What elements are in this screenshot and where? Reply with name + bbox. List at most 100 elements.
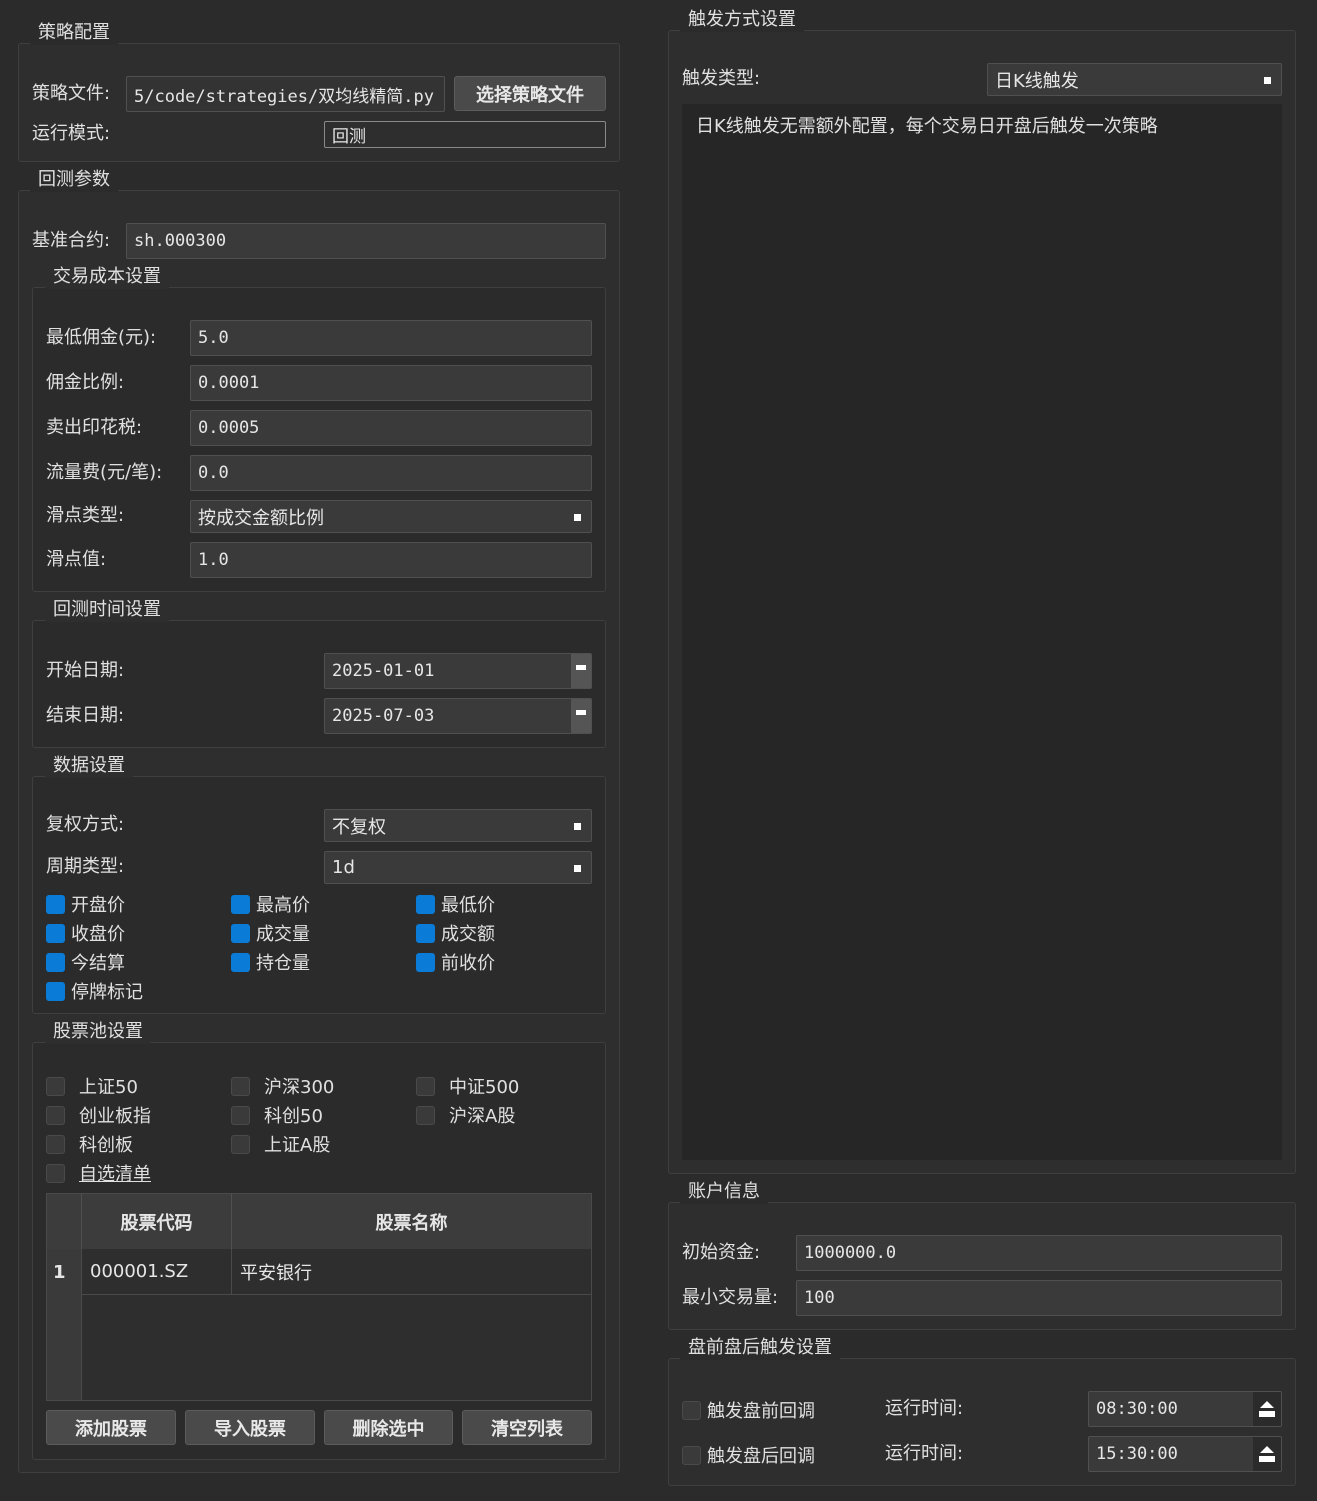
- min-commission-input[interactable]: 5.0: [190, 320, 592, 356]
- pre-time-input[interactable]: 08:30:00: [1088, 1391, 1282, 1427]
- start-date-input[interactable]: 2025-01-01: [324, 653, 592, 689]
- checkbox-unchecked-icon: [416, 1076, 435, 1096]
- checkbox-unchecked-icon: [682, 1445, 701, 1465]
- checkbox-checked-icon: [46, 981, 65, 1001]
- adjust-label: 复权方式:: [46, 814, 125, 835]
- field-checkbox-volume[interactable]: 成交量: [231, 920, 310, 946]
- field-checkbox-open-interest[interactable]: 持仓量: [231, 949, 310, 975]
- pool-checkbox-kcb[interactable]: 科创板: [46, 1131, 133, 1157]
- checkbox-checked-icon: [231, 952, 250, 972]
- benchmark-label: 基准合约:: [32, 230, 111, 251]
- dropdown-arrow-icon: [574, 864, 581, 872]
- column-header-name[interactable]: 股票名称: [232, 1194, 591, 1249]
- time-spinner-icon[interactable]: [1253, 1392, 1281, 1426]
- checkbox-checked-icon: [231, 894, 250, 914]
- post-time-input[interactable]: 15:30:00: [1088, 1436, 1282, 1472]
- period-label: 周期类型:: [46, 856, 125, 877]
- field-checkbox-amount[interactable]: 成交额: [416, 920, 495, 946]
- end-date-input[interactable]: 2025-07-03: [324, 698, 592, 734]
- trigger-description-text: 日K线触发无需额外配置，每个交易日开盘后触发一次策略: [696, 116, 1158, 137]
- table-corner: [47, 1194, 82, 1249]
- field-checkbox-high[interactable]: 最高价: [231, 891, 310, 917]
- pool-checkbox-kc50[interactable]: 科创50: [231, 1102, 323, 1128]
- checkbox-unchecked-icon: [46, 1134, 65, 1154]
- post-time-value: 15:30:00: [1096, 1444, 1178, 1464]
- benchmark-input[interactable]: sh.000300: [126, 223, 606, 259]
- period-value: 1d: [332, 857, 355, 878]
- flow-fee-input[interactable]: 0.0: [190, 455, 592, 491]
- dropdown-arrow-icon: [574, 513, 581, 521]
- table-cell-code[interactable]: 000001.SZ: [82, 1249, 232, 1295]
- min-volume-input[interactable]: 100: [796, 1280, 1282, 1316]
- trigger-description-panel: 日K线触发无需额外配置，每个交易日开盘后触发一次策略: [682, 104, 1282, 1160]
- clear-list-button[interactable]: 清空列表: [462, 1410, 592, 1445]
- run-mode-label: 运行模式:: [32, 123, 111, 144]
- trigger-settings-title: 触发方式设置: [680, 8, 804, 32]
- commission-ratio-input[interactable]: 0.0001: [190, 365, 592, 401]
- end-date-value: 2025-07-03: [332, 706, 435, 726]
- pool-checkbox-custom[interactable]: 自选清单: [46, 1160, 151, 1186]
- pool-checkbox-cyb[interactable]: 创业板指: [46, 1102, 151, 1128]
- trigger-type-label: 触发类型:: [682, 68, 761, 89]
- post-callback-checkbox[interactable]: 触发盘后回调: [682, 1442, 815, 1468]
- calendar-dropdown-icon[interactable]: [571, 654, 591, 688]
- field-checkbox-pre-close[interactable]: 前收价: [416, 949, 495, 975]
- strategy-file-field[interactable]: 5/code/strategies/双均线精简.py: [126, 76, 445, 112]
- calendar-dropdown-icon[interactable]: [571, 699, 591, 733]
- checkbox-unchecked-icon: [682, 1400, 701, 1420]
- backtest-params-title: 回测参数: [30, 168, 118, 192]
- slippage-type-combo[interactable]: 按成交金额比例: [190, 500, 592, 533]
- period-combo[interactable]: 1d: [324, 851, 592, 884]
- account-info-title: 账户信息: [680, 1180, 768, 1204]
- backtest-time-title: 回测时间设置: [45, 598, 169, 622]
- pre-post-trigger-title: 盘前盘后触发设置: [680, 1336, 840, 1360]
- table-row-index: 1: [53, 1261, 66, 1283]
- checkbox-checked-icon: [416, 923, 435, 943]
- initial-capital-input[interactable]: 1000000.0: [796, 1235, 1282, 1271]
- slippage-value-input[interactable]: 1.0: [190, 542, 592, 578]
- dropdown-arrow-icon: [1264, 76, 1271, 84]
- time-spinner-icon[interactable]: [1253, 1437, 1281, 1471]
- field-checkbox-settle[interactable]: 今结算: [46, 949, 125, 975]
- dropdown-arrow-icon: [574, 822, 581, 830]
- data-settings-title: 数据设置: [45, 754, 133, 778]
- min-commission-label: 最低佣金(元):: [46, 327, 157, 348]
- trigger-type-value: 日K线触发: [995, 70, 1079, 92]
- field-checkbox-suspend[interactable]: 停牌标记: [46, 978, 143, 1004]
- trading-cost-title: 交易成本设置: [45, 265, 169, 289]
- delete-selected-button[interactable]: 删除选中: [324, 1410, 453, 1445]
- min-volume-label: 最小交易量:: [682, 1287, 779, 1308]
- checkbox-checked-icon: [231, 923, 250, 943]
- field-checkbox-close[interactable]: 收盘价: [46, 920, 125, 946]
- stock-table[interactable]: 股票代码 股票名称 1 000001.SZ 平安银行: [46, 1193, 592, 1401]
- field-checkbox-open[interactable]: 开盘价: [46, 891, 125, 917]
- checkbox-checked-icon: [416, 952, 435, 972]
- stamp-tax-input[interactable]: 0.0005: [190, 410, 592, 446]
- post-time-label: 运行时间:: [885, 1443, 964, 1464]
- pre-time-value: 08:30:00: [1096, 1399, 1178, 1419]
- adjust-combo[interactable]: 不复权: [324, 809, 592, 842]
- pool-checkbox-sz-a[interactable]: 上证A股: [231, 1131, 330, 1157]
- checkbox-unchecked-icon: [46, 1163, 65, 1183]
- run-mode-field[interactable]: 回测: [324, 121, 606, 148]
- stamp-tax-label: 卖出印花税:: [46, 417, 143, 438]
- import-stock-button[interactable]: 导入股票: [185, 1410, 315, 1445]
- add-stock-button[interactable]: 添加股票: [46, 1410, 176, 1445]
- slippage-value-label: 滑点值:: [46, 549, 107, 570]
- pre-callback-checkbox[interactable]: 触发盘前回调: [682, 1397, 815, 1423]
- pool-checkbox-zz500[interactable]: 中证500: [416, 1073, 519, 1099]
- field-checkbox-low[interactable]: 最低价: [416, 891, 495, 917]
- checkbox-unchecked-icon: [231, 1105, 250, 1125]
- choose-strategy-file-button[interactable]: 选择策略文件: [454, 76, 606, 111]
- trigger-type-combo[interactable]: 日K线触发: [987, 63, 1282, 96]
- pool-checkbox-sz50[interactable]: 上证50: [46, 1073, 138, 1099]
- strategy-file-label: 策略文件:: [32, 83, 111, 104]
- checkbox-checked-icon: [416, 894, 435, 914]
- pool-checkbox-hs300[interactable]: 沪深300: [231, 1073, 334, 1099]
- checkbox-unchecked-icon: [231, 1076, 250, 1096]
- slippage-type-value: 按成交金额比例: [198, 507, 324, 529]
- adjust-value: 不复权: [332, 816, 386, 838]
- pool-checkbox-hs-a[interactable]: 沪深A股: [416, 1102, 515, 1128]
- table-cell-name[interactable]: 平安银行: [232, 1249, 591, 1295]
- column-header-code[interactable]: 股票代码: [82, 1194, 232, 1249]
